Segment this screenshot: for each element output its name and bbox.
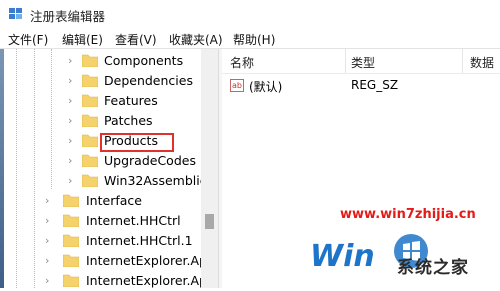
tree-item-label: Features [104, 93, 158, 108]
tree-item-label: UpgradeCodes [104, 153, 196, 168]
column-header-data[interactable]: 数据 [470, 54, 494, 71]
expand-chevron-icon[interactable]: › [45, 235, 55, 247]
scrollbar-thumb[interactable] [205, 214, 214, 229]
column-header-name[interactable]: 名称 [230, 54, 254, 71]
tree-item-win32assemblies[interactable]: › Win32Assemblie [4, 171, 201, 191]
tree-item-patches[interactable]: › Patches [4, 111, 201, 131]
tree-item-label: Internet.HHCtrl.1 [86, 233, 193, 248]
title-bar: 注册表编辑器 [0, 0, 500, 28]
value-type: REG_SZ [351, 78, 399, 92]
folder-icon [63, 254, 79, 267]
window-title: 注册表编辑器 [30, 9, 106, 24]
tree-item-features[interactable]: › Features [4, 91, 201, 111]
expand-chevron-icon[interactable]: › [45, 195, 55, 207]
tree-item-internetexplorer-2[interactable]: › InternetExplorer.Ap [4, 271, 201, 288]
header-divider [222, 73, 500, 74]
ab-string-icon: ab [230, 79, 244, 92]
svg-text:Win: Win [310, 239, 375, 274]
menu-edit[interactable]: 编辑(E) [62, 31, 103, 48]
tree-item-label: InternetExplorer.Ap [86, 253, 201, 268]
folder-icon [63, 234, 79, 247]
folder-icon [82, 134, 98, 147]
tree-item-dependencies[interactable]: › Dependencies [4, 71, 201, 91]
tree-item-label: Patches [104, 113, 153, 128]
tree-item-hhctrl[interactable]: › Internet.HHCtrl [4, 211, 201, 231]
column-separator[interactable] [345, 49, 346, 73]
tree-item-label: Interface [86, 193, 142, 208]
expand-chevron-icon[interactable]: › [68, 135, 78, 147]
folder-icon [63, 194, 79, 207]
folder-icon [82, 174, 98, 187]
folder-icon [82, 114, 98, 127]
value-name: (默认) [249, 80, 283, 94]
expand-chevron-icon[interactable]: › [68, 115, 78, 127]
expand-chevron-icon[interactable]: › [68, 95, 78, 107]
menu-favorites[interactable]: 收藏夹(A) [169, 31, 223, 48]
value-row-default[interactable]: ab (默认) REG_SZ [222, 78, 500, 96]
tree-item-label: InternetExplorer.Ap [86, 273, 201, 288]
tree-scrollbar[interactable] [201, 49, 218, 288]
expand-chevron-icon[interactable]: › [68, 155, 78, 167]
expand-chevron-icon[interactable]: › [68, 175, 78, 187]
folder-icon [63, 214, 79, 227]
expand-chevron-icon[interactable]: › [68, 75, 78, 87]
watermark-site-name: 系统之家 [397, 258, 469, 278]
tree-item-label: Internet.HHCtrl [86, 213, 181, 228]
expand-chevron-icon[interactable]: › [45, 215, 55, 227]
expand-chevron-icon[interactable]: › [68, 55, 78, 67]
tree-item-components[interactable]: › Components [4, 51, 201, 71]
folder-icon [82, 154, 98, 167]
expand-chevron-icon[interactable]: › [45, 275, 55, 287]
tree-item-internetexplorer-1[interactable]: › InternetExplorer.Ap [4, 251, 201, 271]
registry-tree[interactable]: › Components › Dependencies › Features ›… [4, 49, 201, 288]
tree-item-hhctrl-1[interactable]: › Internet.HHCtrl.1 [4, 231, 201, 251]
menu-help[interactable]: 帮助(H) [233, 31, 275, 48]
expand-chevron-icon[interactable]: › [45, 255, 55, 267]
watermark-url: www.win7zhijia.cn [340, 207, 476, 222]
folder-icon [63, 274, 79, 287]
tree-item-label: Components [104, 53, 184, 68]
tree-item-label: Dependencies [104, 73, 193, 88]
menu-view[interactable]: 查看(V) [115, 31, 157, 48]
folder-icon [82, 54, 98, 67]
products-highlight-box [100, 133, 174, 152]
tree-item-interface[interactable]: › Interface [4, 191, 201, 211]
menu-bar: 文件(F) 编辑(E) 查看(V) 收藏夹(A) 帮助(H) [0, 28, 500, 49]
regedit-app-icon [8, 6, 24, 22]
folder-icon [82, 74, 98, 87]
tree-item-label: Win32Assemblie [104, 173, 201, 188]
folder-icon [82, 94, 98, 107]
column-separator[interactable] [462, 49, 463, 73]
column-header-type[interactable]: 类型 [351, 54, 375, 71]
menu-file[interactable]: 文件(F) [8, 31, 48, 48]
tree-item-upgradecodes[interactable]: › UpgradeCodes [4, 151, 201, 171]
